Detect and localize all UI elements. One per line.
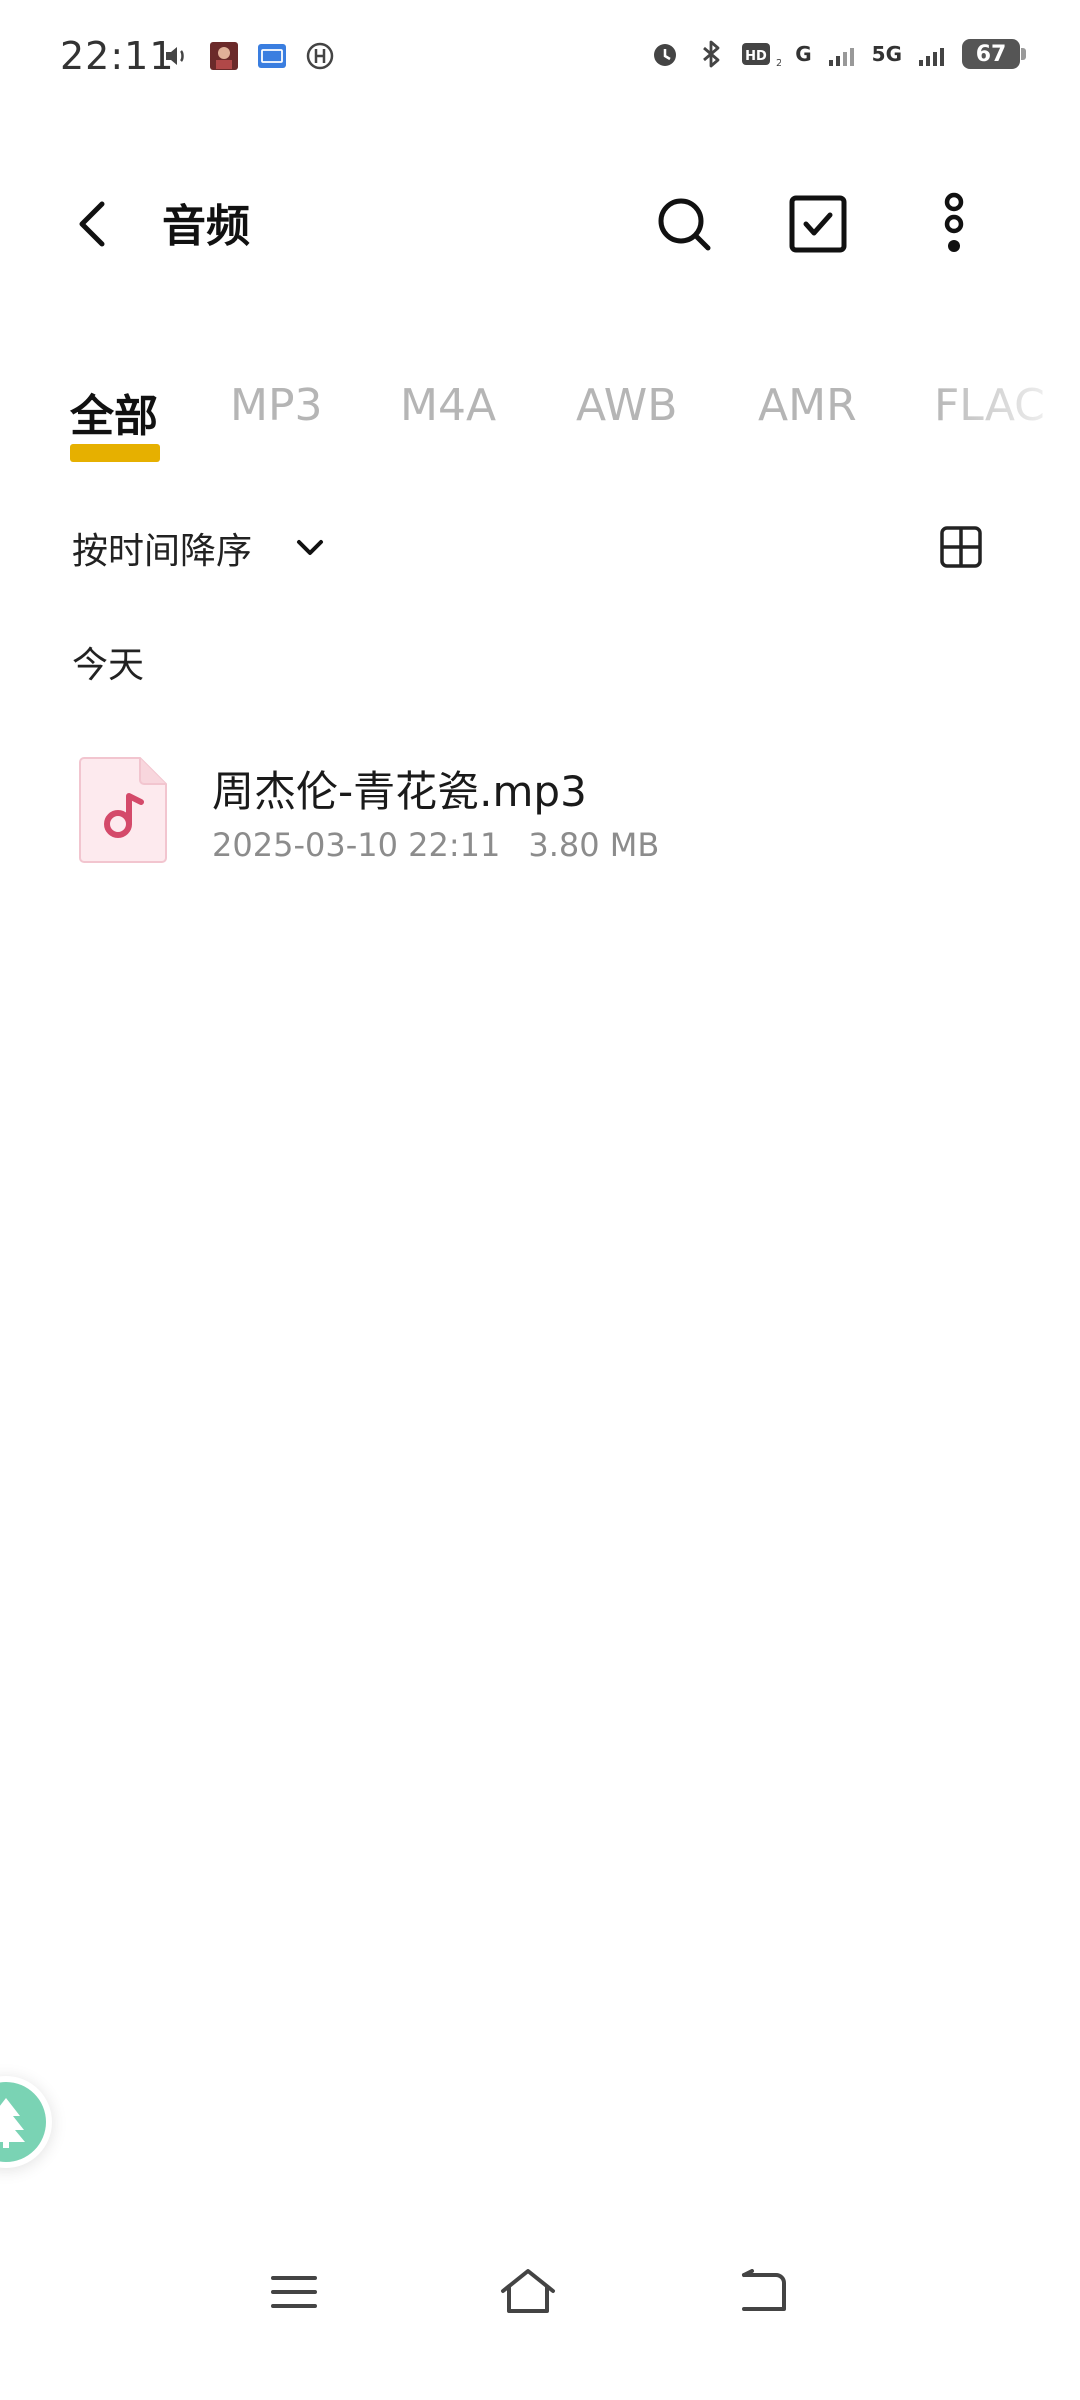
tab-awb[interactable]: AWB bbox=[576, 380, 677, 431]
file-meta: 2025-03-10 22:11 3.80 MB bbox=[212, 826, 659, 864]
hd-icon: HD 2 bbox=[742, 43, 781, 69]
grid-view-icon[interactable] bbox=[938, 524, 984, 570]
active-tab-indicator bbox=[70, 444, 160, 462]
alarm-icon bbox=[654, 44, 677, 66]
music-file-icon bbox=[79, 757, 167, 863]
bluetooth-icon bbox=[703, 40, 720, 68]
status-right-icons: HD 2 G 5G 67 bbox=[649, 38, 1026, 70]
home-icon bbox=[501, 2269, 555, 2313]
sort-row: 按时间降序 bbox=[0, 512, 1080, 582]
section-title-today: 今天 bbox=[72, 645, 145, 686]
svg-text:HD: HD bbox=[745, 49, 767, 64]
volume-icon bbox=[166, 47, 184, 65]
more-options-button[interactable] bbox=[918, 188, 990, 260]
file-type-tabs: 全部 MP3 M4A AWB AMR FLAC bbox=[0, 370, 1080, 470]
tab-all[interactable]: 全部 bbox=[70, 380, 158, 444]
signal-5g-icon bbox=[919, 48, 944, 66]
file-list-item[interactable]: 周杰伦-青花瓷.mp3 2025-03-10 22:11 3.80 MB bbox=[0, 740, 1080, 880]
svg-text:2: 2 bbox=[776, 58, 781, 69]
nav-home-button[interactable] bbox=[496, 2260, 560, 2324]
system-nav-bar bbox=[0, 2240, 1080, 2340]
file-size: 3.80 MB bbox=[528, 826, 660, 864]
select-button[interactable] bbox=[782, 188, 854, 260]
back-icon bbox=[742, 2269, 786, 2311]
data-saver-icon bbox=[306, 42, 334, 70]
menu-icon bbox=[271, 2276, 317, 2308]
floating-bubble-inner bbox=[0, 2082, 46, 2162]
network-g-label: G bbox=[795, 42, 812, 66]
status-time: 22:11 bbox=[60, 34, 175, 78]
search-button[interactable] bbox=[648, 188, 720, 260]
status-left-icons bbox=[160, 40, 336, 72]
floating-assistant-bubble[interactable] bbox=[0, 2076, 52, 2168]
signal-icon bbox=[828, 48, 854, 66]
back-button[interactable] bbox=[64, 194, 124, 254]
file-date: 2025-03-10 22:11 bbox=[212, 826, 501, 864]
status-bar: 22:11 HD 2 G 5G 67 bbox=[0, 0, 1080, 120]
app-header: 音频 bbox=[0, 170, 1080, 280]
checkbox-icon bbox=[789, 195, 847, 253]
nav-back-button[interactable] bbox=[732, 2260, 796, 2324]
sort-dropdown-label[interactable]: 按时间降序 bbox=[72, 522, 252, 574]
tab-amr[interactable]: AMR bbox=[758, 380, 857, 431]
tab-flac[interactable]: FLAC bbox=[934, 380, 1045, 431]
back-arrow-icon bbox=[79, 201, 105, 247]
network-5g-label: 5G bbox=[871, 42, 902, 66]
chevron-down-icon[interactable] bbox=[292, 530, 328, 566]
page-title: 音频 bbox=[162, 201, 250, 252]
app-thumbnail-icon bbox=[210, 42, 238, 70]
battery-indicator: 67 bbox=[962, 39, 1026, 69]
file-name: 周杰伦-青花瓷.mp3 bbox=[212, 767, 587, 816]
search-icon bbox=[658, 198, 711, 251]
tab-m4a[interactable]: M4A bbox=[400, 380, 496, 431]
more-vertical-icon bbox=[944, 192, 964, 252]
nav-menu-button[interactable] bbox=[262, 2260, 326, 2324]
tab-mp3[interactable]: MP3 bbox=[230, 380, 323, 431]
keyboard-123-icon bbox=[258, 44, 286, 68]
tree-icon bbox=[0, 2098, 25, 2148]
